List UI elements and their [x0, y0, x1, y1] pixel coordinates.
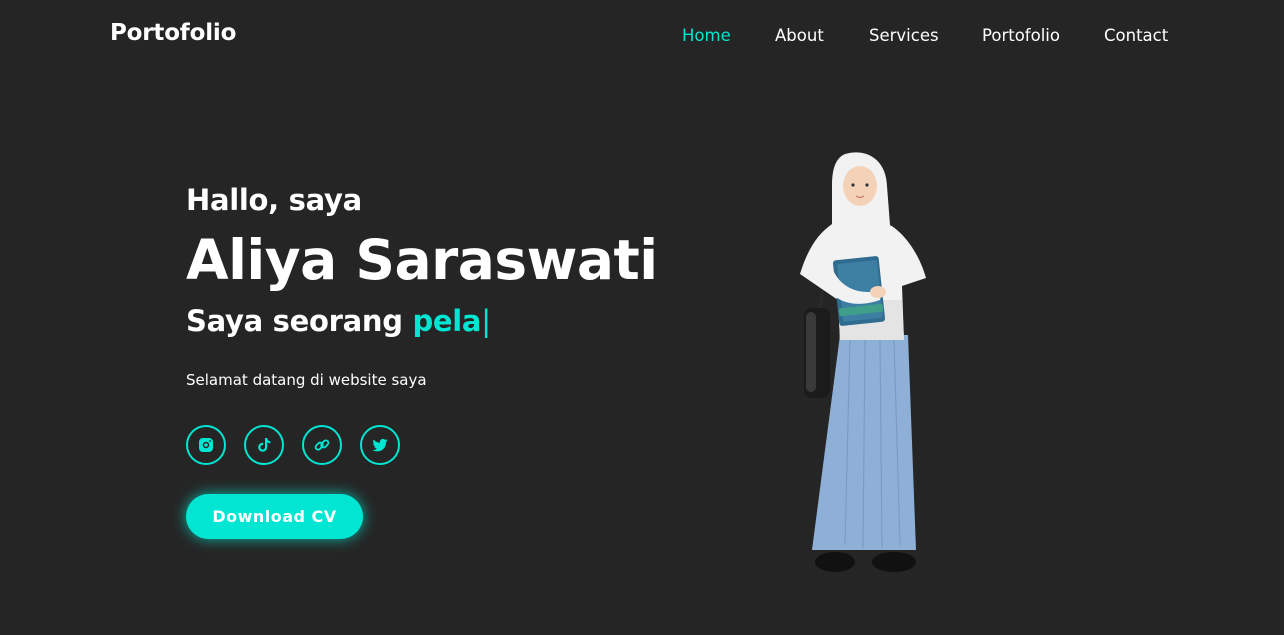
- tiktok-icon: [258, 438, 271, 452]
- link-link[interactable]: [302, 425, 342, 465]
- hero-role: Saya seorang pela|: [186, 304, 491, 338]
- role-prefix: Saya seorang: [186, 304, 413, 338]
- nav-contact[interactable]: Contact: [1104, 26, 1168, 45]
- link-icon: [314, 439, 330, 451]
- instagram-icon: [199, 438, 213, 452]
- nav-portofolio[interactable]: Portofolio: [982, 26, 1060, 45]
- typing-cursor: |: [481, 304, 491, 338]
- hero-section: Hallo, saya Aliya Saraswati Saya seorang…: [186, 0, 686, 635]
- role-typed-text: pela: [412, 304, 482, 338]
- nav-home[interactable]: Home: [682, 26, 731, 45]
- instagram-link[interactable]: [186, 425, 226, 465]
- hero-name: Aliya Saraswati: [186, 228, 658, 292]
- hijab-student-illustration: [800, 152, 926, 572]
- hero-description: Selamat datang di website saya: [186, 371, 427, 389]
- twitter-icon: [372, 438, 388, 452]
- download-cv-button[interactable]: Download CV: [186, 494, 363, 539]
- hero-greeting: Hallo, saya: [186, 183, 362, 217]
- twitter-link[interactable]: [360, 425, 400, 465]
- nav-services[interactable]: Services: [869, 26, 939, 45]
- social-links: [186, 425, 426, 465]
- nav-about[interactable]: About: [775, 26, 824, 45]
- tiktok-link[interactable]: [244, 425, 284, 465]
